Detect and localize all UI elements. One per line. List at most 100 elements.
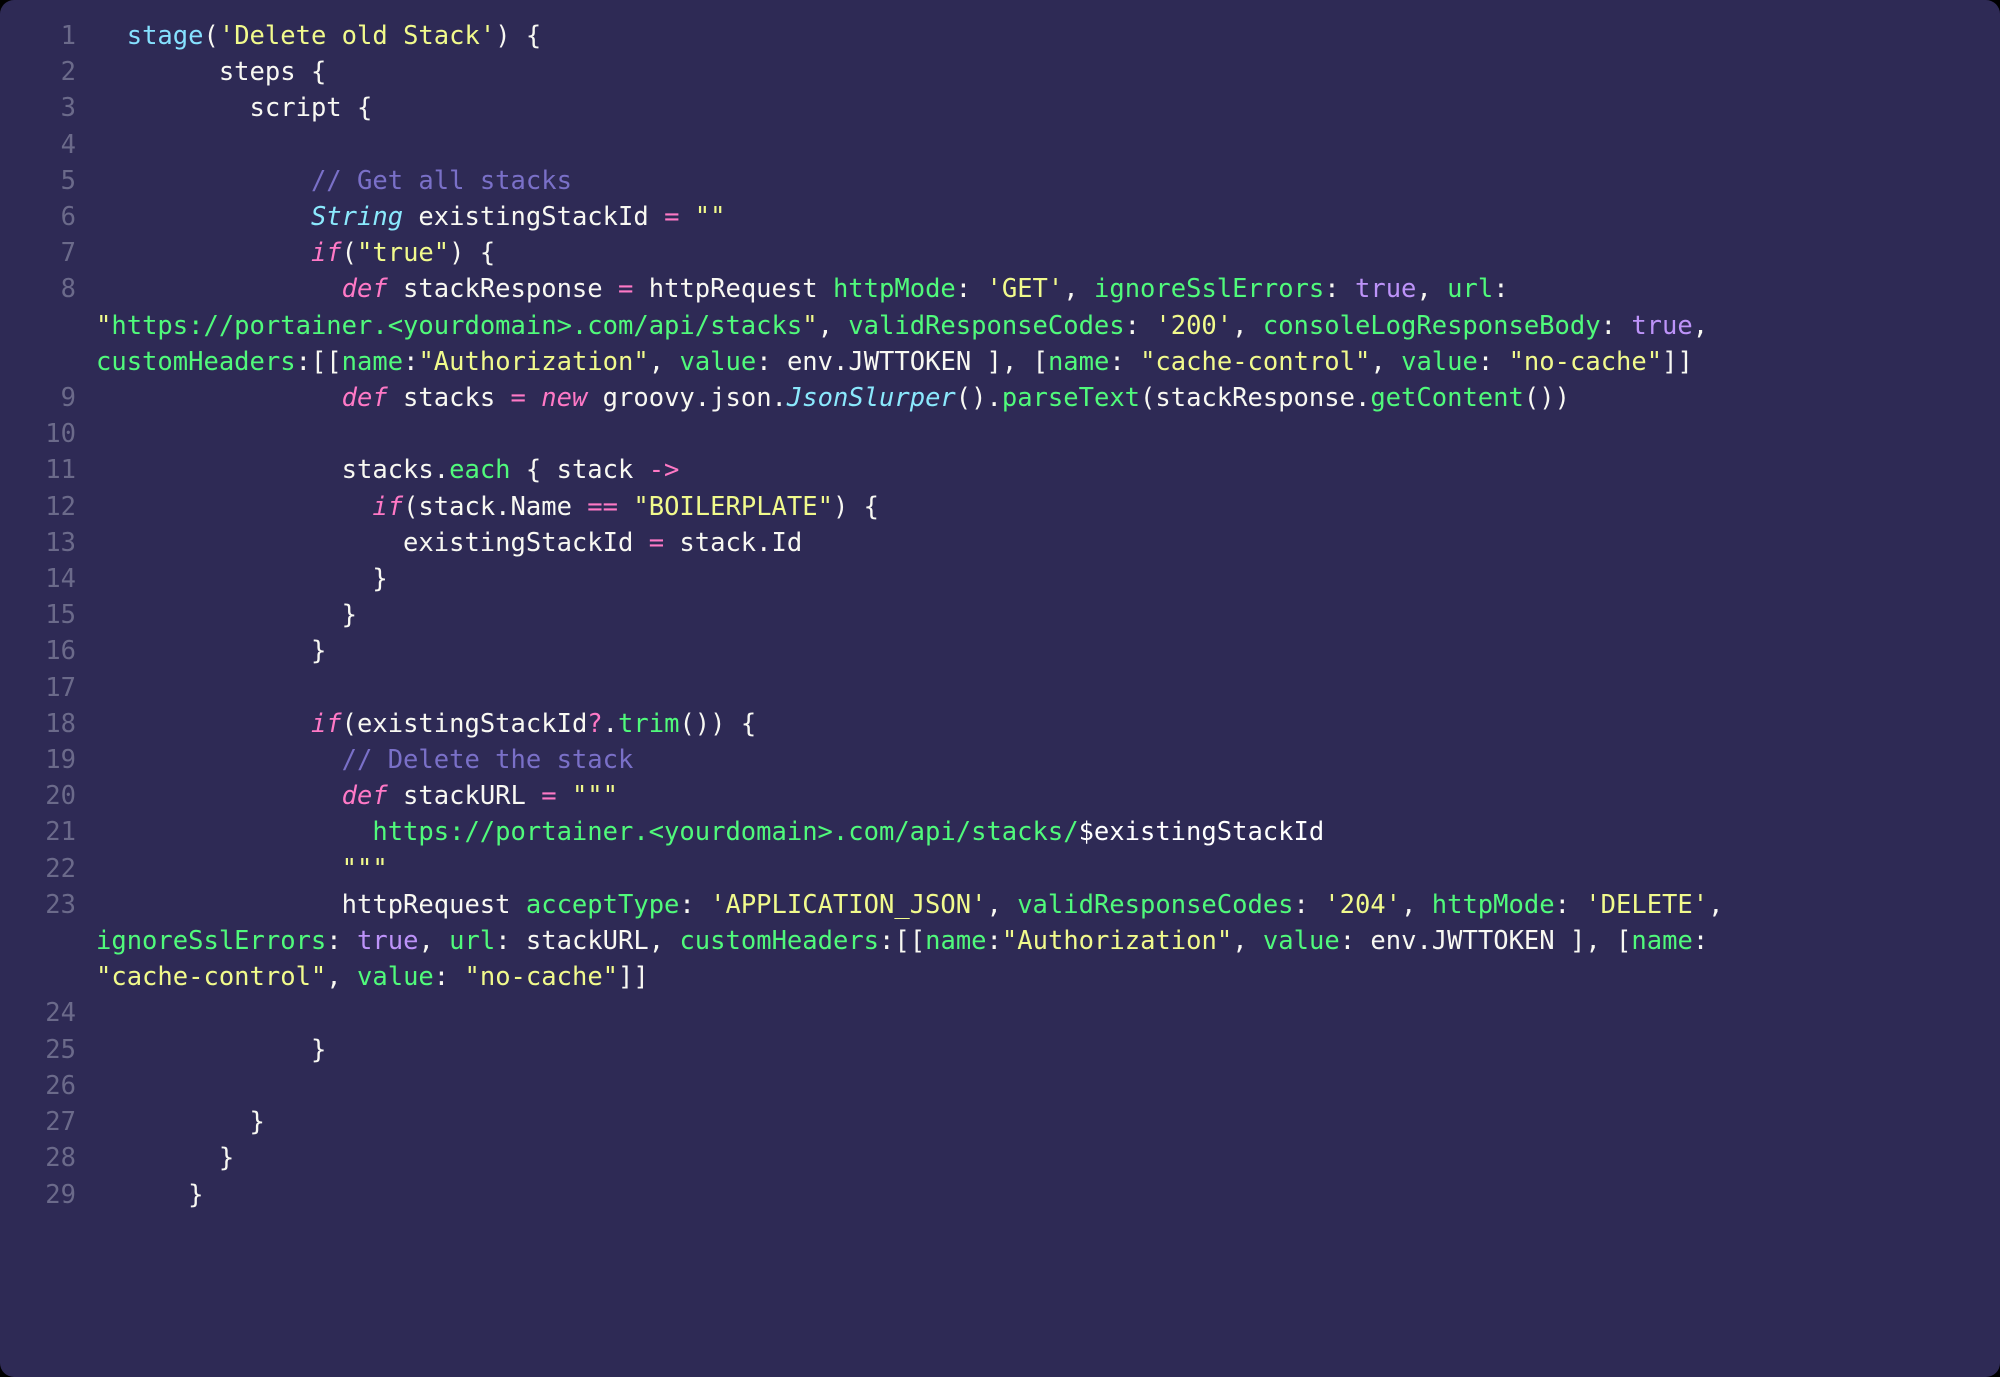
code-token (526, 383, 541, 413)
code-token: : (296, 347, 311, 377)
code-token: } (96, 1180, 203, 1210)
line-number: 5 (22, 163, 96, 199)
code-token: '200' (1155, 311, 1232, 341)
line-number: 24 (22, 995, 96, 1031)
code-token: : (987, 926, 1002, 956)
code-line: 3 script { (22, 90, 1978, 126)
code-token: consoleLogResponseBody (1263, 311, 1601, 341)
code-token (96, 383, 342, 413)
code-line: 1 stage('Delete old Stack') { (22, 18, 1978, 54)
code-token: " (802, 311, 817, 341)
code-token: script { (96, 93, 372, 123)
code-token: value (1263, 926, 1340, 956)
code-line: 13 existingStackId = stack.Id (22, 525, 1978, 561)
code-token: : (1555, 890, 1586, 920)
code-token: } (96, 1107, 265, 1137)
line-number: 15 (22, 597, 96, 633)
line-number: 18 (22, 706, 96, 742)
code-token: , (1708, 890, 1739, 920)
code-line: 8 def stackResponse = httpRequest httpMo… (22, 271, 1978, 307)
line-content (96, 670, 1978, 706)
code-token: 'Delete old Stack' (219, 21, 495, 51)
code-token: steps { (96, 57, 326, 87)
code-token: if (311, 238, 342, 268)
code-token: "Authorization" (418, 347, 648, 377)
code-token: : (1493, 274, 1524, 304)
code-token: // Get all stacks (311, 166, 572, 196)
code-token: (stack.Name (403, 492, 587, 522)
line-number: 19 (22, 742, 96, 778)
code-token: -> (649, 455, 680, 485)
code-token: name (1048, 347, 1109, 377)
code-line: 12 if(stack.Name == "BOILERPLATE") { (22, 489, 1978, 525)
code-line: 19 // Delete the stack (22, 742, 1978, 778)
code-token: : (679, 890, 710, 920)
code-token: (stackResponse. (1140, 383, 1370, 413)
line-number: 12 (22, 489, 96, 525)
code-line: 28 } (22, 1140, 1978, 1176)
code-line: 27 } (22, 1104, 1978, 1140)
code-token: "true" (357, 238, 449, 268)
code-token: stage (127, 21, 204, 51)
code-token: (existingStackId (342, 709, 588, 739)
code-token: httpRequest (96, 890, 526, 920)
line-number: 4 (22, 127, 96, 163)
line-number: 17 (22, 670, 96, 706)
line-content: def stacks = new groovy.json.JsonSlurper… (96, 380, 1978, 416)
code-line: 5 // Get all stacks (22, 163, 1978, 199)
code-token: " (96, 311, 111, 341)
code-token: '204' (1324, 890, 1401, 920)
code-line: 23 httpRequest acceptType: 'APPLICATION_… (22, 887, 1978, 923)
code-token: def (342, 274, 388, 304)
code-token: = (511, 383, 526, 413)
code-token: , (818, 311, 849, 341)
code-token: stacks (388, 383, 511, 413)
code-token: groovy.json. (587, 383, 787, 413)
line-content: if(stack.Name == "BOILERPLATE") { (96, 489, 1978, 525)
code-token: ]] (618, 962, 649, 992)
code-token: true (357, 926, 418, 956)
code-token: : (1294, 890, 1325, 920)
code-token: if (372, 492, 403, 522)
code-token: ( (203, 21, 218, 51)
code-token: true (1355, 274, 1416, 304)
code-token: ) { (495, 21, 541, 51)
code-line: 6 String existingStackId = "" (22, 199, 1978, 235)
code-line: 20 def stackURL = """ (22, 778, 1978, 814)
code-token: stack.Id (664, 528, 802, 558)
code-token: validResponseCodes (1017, 890, 1293, 920)
code-token: } (96, 636, 326, 666)
code-token: ignoreSslErrors (96, 926, 326, 956)
code-token: "BOILERPLATE" (633, 492, 833, 522)
code-token: = (649, 528, 664, 558)
code-token: . (603, 709, 618, 739)
code-token: , (1370, 347, 1401, 377)
line-number: 7 (22, 235, 96, 271)
code-token: ]] (1662, 347, 1693, 377)
code-token: "" (695, 202, 726, 232)
code-token: } (96, 600, 357, 630)
code-line: 18 if(existingStackId?.trim()) { (22, 706, 1978, 742)
line-number: 11 (22, 452, 96, 488)
line-number: 2 (22, 54, 96, 90)
code-token: validResponseCodes (848, 311, 1124, 341)
code-line-continuation: "cache-control", value: "no-cache"]] (22, 959, 1978, 995)
code-token: "no-cache" (1509, 347, 1663, 377)
code-token: def (342, 781, 388, 811)
line-number: 29 (22, 1177, 96, 1213)
code-token: ) { (449, 238, 495, 268)
line-number: 21 (22, 814, 96, 850)
code-token: $existingStackId (1079, 817, 1325, 847)
code-token: "cache-control" (1140, 347, 1370, 377)
code-token (96, 492, 372, 522)
code-token: "cache-control" (96, 962, 326, 992)
code-token: ignoreSslErrors (1094, 274, 1324, 304)
line-number: 10 (22, 416, 96, 452)
code-token: = (618, 274, 633, 304)
code-token: 'GET' (987, 274, 1064, 304)
line-content: } (96, 597, 1978, 633)
line-content: } (96, 1104, 1978, 1140)
code-token (96, 202, 311, 232)
code-token: : (1601, 311, 1632, 341)
code-token: ) { (833, 492, 879, 522)
